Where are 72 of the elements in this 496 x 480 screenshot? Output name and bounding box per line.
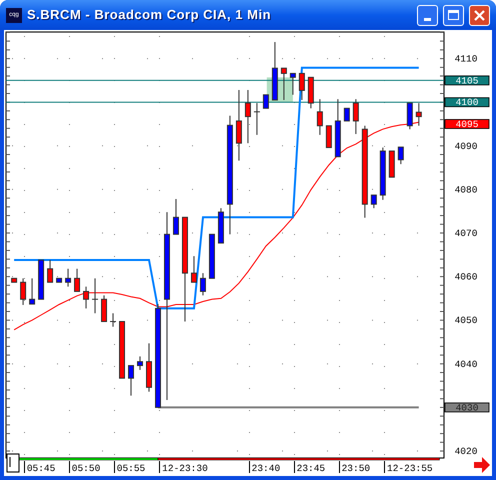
x-tick-label: 23:40 <box>252 463 280 474</box>
price-tag: 4100 <box>444 97 490 108</box>
scroll-box[interactable] <box>6 454 20 472</box>
candlestick <box>11 278 18 283</box>
candlestick <box>47 260 54 283</box>
candlestick <box>334 98 341 158</box>
candlestick <box>128 365 134 396</box>
candlestick <box>56 278 62 283</box>
x-tick-label: 05:50 <box>72 463 100 474</box>
candlestick <box>29 278 36 305</box>
candlestick <box>146 342 152 392</box>
candlestick <box>74 268 80 292</box>
candlestick <box>416 102 422 126</box>
candlestick <box>370 194 377 209</box>
maximize-button[interactable] <box>443 4 464 26</box>
candlestick <box>172 198 179 235</box>
candlestick <box>388 150 395 178</box>
candlestick <box>83 286 90 309</box>
candlestick <box>236 90 242 162</box>
candlestick <box>398 146 404 165</box>
candlestick <box>119 321 126 379</box>
candlestick <box>38 260 44 300</box>
y-tick-label: 4020 <box>454 446 478 458</box>
candlestick <box>262 94 269 109</box>
y-tick-label: 4050 <box>454 315 478 326</box>
window-title: S.BRCM - Broadcom Corp CIA, 1 Min <box>27 6 272 24</box>
candlestick <box>290 72 296 96</box>
candlestick <box>110 312 117 328</box>
candlestick <box>137 356 143 370</box>
candlestick <box>298 72 305 101</box>
price-tag: 4095 <box>444 119 490 130</box>
y-tick-label: 4060 <box>454 272 478 283</box>
candlestick <box>65 268 72 288</box>
candlestick <box>308 76 314 109</box>
x-tick-label: 12-23:55 <box>387 463 433 474</box>
close-button[interactable] <box>469 4 490 26</box>
y-tick-label: 4080 <box>454 184 478 196</box>
candlestick <box>92 278 99 314</box>
y-tick-label: 4040 <box>454 358 478 370</box>
maximize-icon <box>448 10 459 20</box>
candlestick <box>208 234 215 279</box>
y-tick-label: 4110 <box>454 54 478 65</box>
candlestick <box>326 125 332 148</box>
candlestick <box>20 278 26 306</box>
candlestick <box>316 98 323 136</box>
candlestick <box>352 98 359 135</box>
candlestick <box>406 102 413 130</box>
x-tick-label: 12-23:30 <box>162 463 208 474</box>
x-tick-label: 05:55 <box>116 463 146 474</box>
arrow-right-icon[interactable] <box>474 457 490 473</box>
ref-line-label: 4100 <box>456 97 479 108</box>
candlestick <box>200 272 206 296</box>
minimize-button[interactable] <box>417 4 438 26</box>
candlestick <box>218 208 224 244</box>
x-tick-label: 23:50 <box>342 463 370 474</box>
minimize-icon <box>424 18 431 20</box>
ref-line-label: 4105 <box>456 75 479 86</box>
candlestick <box>101 294 108 322</box>
y-tick-label: 4090 <box>454 140 478 152</box>
price-tag: 4105 <box>444 75 490 86</box>
y-tick-label: 4070 <box>454 228 478 239</box>
candlestick <box>253 102 260 136</box>
close-icon <box>474 10 485 20</box>
x-tick-label: 05:45 <box>26 463 56 474</box>
candlestick <box>190 256 197 283</box>
candlestick <box>244 90 251 144</box>
price-tag: 4030 <box>444 402 490 414</box>
candlestick <box>280 68 287 101</box>
x-tick-label: 23:45 <box>296 463 326 474</box>
candlestick <box>272 42 278 101</box>
candlestick <box>344 108 350 122</box>
candlestick <box>380 147 386 200</box>
